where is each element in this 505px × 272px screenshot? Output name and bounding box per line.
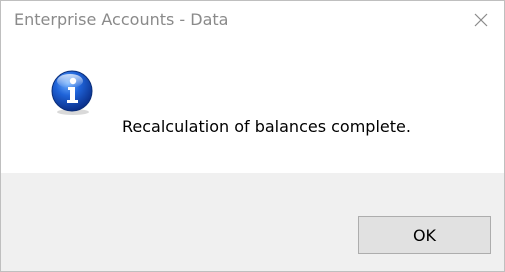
information-icon [51, 70, 93, 115]
message-dialog: Enterprise Accounts - Data Recalculation… [0, 0, 505, 272]
close-icon [474, 13, 488, 27]
ok-button[interactable]: OK [358, 216, 491, 254]
title-bar: Enterprise Accounts - Data [1, 1, 504, 39]
window-title: Enterprise Accounts - Data [14, 10, 229, 29]
dialog-message: Recalculation of balances complete. [122, 117, 411, 136]
close-button[interactable] [458, 1, 504, 39]
